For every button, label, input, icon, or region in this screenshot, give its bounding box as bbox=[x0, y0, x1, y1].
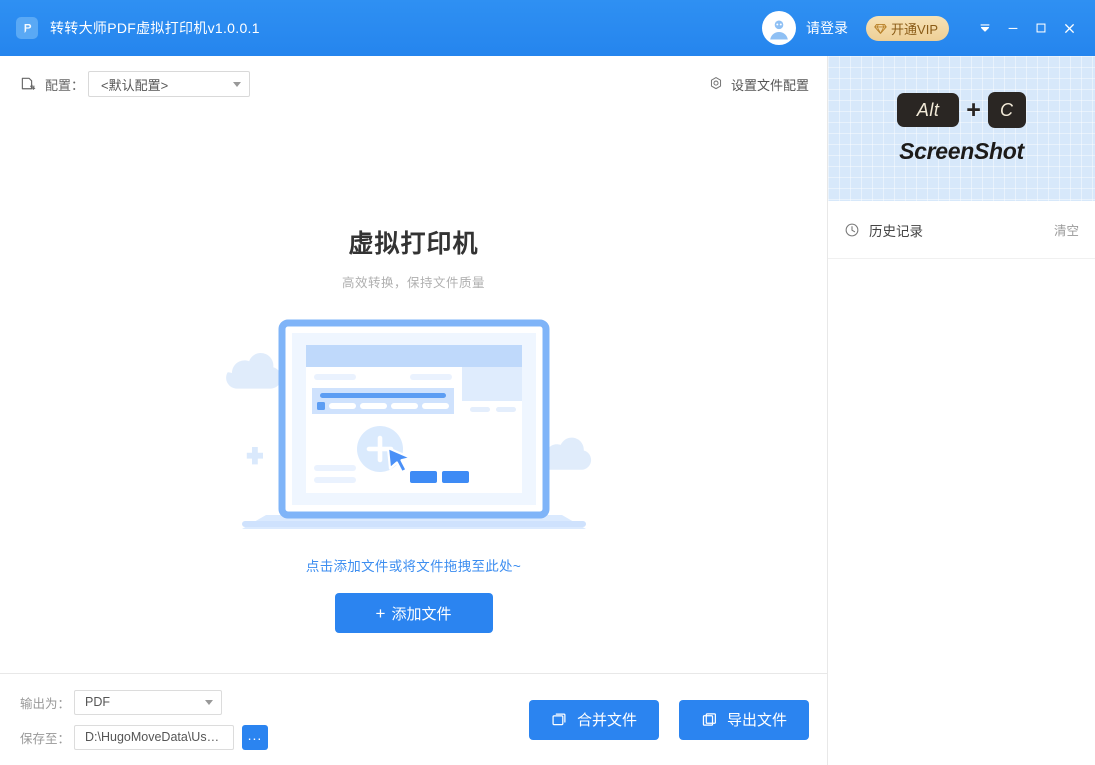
plus-icon: + bbox=[375, 603, 386, 623]
browse-folder-button[interactable]: ... bbox=[242, 724, 268, 750]
c-key-icon: C bbox=[987, 92, 1026, 128]
titlebar-right-group: 请登录 开通VIP bbox=[762, 11, 1083, 45]
config-file-icon bbox=[20, 76, 37, 93]
merge-files-label: 合并文件 bbox=[576, 712, 637, 729]
maximize-icon[interactable] bbox=[1027, 13, 1055, 43]
history-header: 历史记录 清空 bbox=[828, 201, 1095, 259]
gear-icon bbox=[708, 76, 724, 92]
save-path-row: 保存至： D:\HugoMoveData\User\Ad... ... bbox=[20, 724, 268, 750]
file-settings-label: 设置文件配置 bbox=[730, 77, 809, 93]
config-left-group: 配置： <默认配置> bbox=[20, 71, 251, 97]
login-link[interactable]: 请登录 bbox=[806, 18, 848, 38]
vip-button-label: 开通VIP bbox=[891, 21, 938, 37]
alt-key-icon: Alt bbox=[897, 93, 960, 127]
history-title: 历史记录 bbox=[869, 223, 923, 239]
export-files-button[interactable]: 导出文件 bbox=[678, 699, 809, 740]
config-bar: 配置： <默认配置> 设置文件配置 bbox=[0, 56, 827, 112]
plus-icon: + bbox=[966, 95, 981, 124]
vip-upgrade-button[interactable]: 开通VIP bbox=[866, 15, 949, 41]
bottom-bar: 输出为： PDF 保存至： D:\HugoMoveData\User\Ad...… bbox=[0, 673, 827, 765]
history-list bbox=[828, 259, 1095, 765]
drop-zone[interactable]: 虚拟打印机 高效转换，保持文件质量 点击添加文件或将文件拖拽至此处~ + 添加文… bbox=[0, 112, 827, 673]
main-panel: 配置： <默认配置> 设置文件配置 虚拟打印机 高效转换，保持文件质量 点击添加… bbox=[0, 56, 828, 765]
config-select[interactable]: <默认配置> bbox=[88, 71, 251, 97]
screenshot-promo-banner[interactable]: Alt + C ScreenShot bbox=[828, 56, 1095, 201]
output-format-label: 输出为： bbox=[20, 696, 71, 711]
chevron-down-icon bbox=[233, 81, 242, 87]
action-buttons-group: 合并文件 导出文件 bbox=[528, 699, 809, 740]
export-file-icon bbox=[701, 711, 718, 728]
save-path-value: D:\HugoMoveData\User\Ad... bbox=[85, 730, 225, 744]
page-subtitle: 高效转换，保持文件质量 bbox=[341, 276, 485, 290]
add-file-label: 添加文件 bbox=[391, 605, 452, 623]
config-select-value: <默认配置> bbox=[101, 77, 169, 93]
avatar[interactable] bbox=[762, 11, 797, 45]
minimize-icon[interactable] bbox=[999, 13, 1027, 43]
merge-file-icon bbox=[551, 711, 568, 728]
output-format-select[interactable]: PDF bbox=[74, 689, 222, 715]
app-logo-icon bbox=[16, 17, 38, 39]
drop-hint-link[interactable]: 点击添加文件或将文件拖拽至此处~ bbox=[306, 555, 521, 575]
add-file-button[interactable]: + 添加文件 bbox=[334, 593, 493, 633]
chevron-down-icon bbox=[205, 699, 213, 705]
config-label: 配置： bbox=[45, 77, 85, 93]
merge-files-button[interactable]: 合并文件 bbox=[528, 699, 659, 740]
save-path-input[interactable]: D:\HugoMoveData\User\Ad... bbox=[74, 724, 234, 750]
window-controls bbox=[971, 13, 1083, 43]
page-title: 虚拟打印机 bbox=[348, 230, 479, 258]
promo-word: ScreenShot bbox=[899, 138, 1024, 164]
shortcut-keys: Alt + C bbox=[897, 92, 1026, 128]
laptop-add-file-illustration bbox=[204, 313, 624, 533]
export-files-label: 导出文件 bbox=[726, 712, 787, 729]
clock-icon bbox=[844, 222, 860, 238]
save-path-label: 保存至： bbox=[20, 731, 71, 746]
output-format-value: PDF bbox=[85, 695, 110, 709]
output-format-row: 输出为： PDF bbox=[20, 689, 268, 715]
application-window: 转转大师PDF虚拟打印机v1.0.0.1 请登录 开通VIP 配置： <默认配置… bbox=[0, 0, 1095, 765]
right-sidebar: Alt + C ScreenShot 历史记录 清空 bbox=[828, 56, 1095, 765]
output-settings-group: 输出为： PDF 保存至： D:\HugoMoveData\User\Ad...… bbox=[20, 689, 268, 750]
close-icon[interactable] bbox=[1055, 13, 1083, 43]
history-clear-button[interactable]: 清空 bbox=[1054, 220, 1079, 239]
collapse-arrow-icon[interactable] bbox=[971, 13, 999, 43]
window-title: 转转大师PDF虚拟打印机v1.0.0.1 bbox=[50, 20, 260, 36]
file-settings-button[interactable]: 设置文件配置 bbox=[708, 75, 809, 94]
title-bar: 转转大师PDF虚拟打印机v1.0.0.1 请登录 开通VIP bbox=[0, 0, 1095, 56]
diamond-icon bbox=[874, 22, 887, 35]
body-area: 配置： <默认配置> 设置文件配置 虚拟打印机 高效转换，保持文件质量 点击添加… bbox=[0, 56, 1095, 765]
